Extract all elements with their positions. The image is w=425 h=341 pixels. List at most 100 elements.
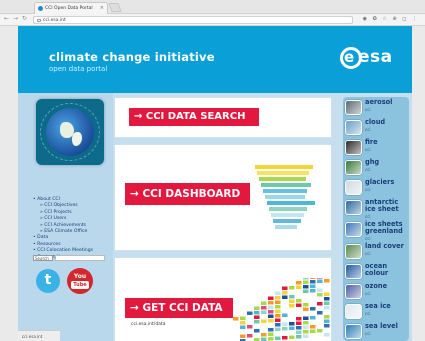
mosaic-tile bbox=[247, 334, 253, 338]
ocean-colour-thumbnail-icon bbox=[345, 264, 362, 279]
mosaic-tile bbox=[289, 286, 295, 290]
ecv-sea-level[interactable]: sea level cci bbox=[345, 323, 407, 341]
mosaic-tile bbox=[317, 288, 323, 292]
data-mosaic-graphic bbox=[233, 278, 330, 341]
mosaic-tile bbox=[296, 326, 302, 330]
mosaic-tile bbox=[247, 316, 253, 320]
tab-close-icon[interactable]: × bbox=[100, 5, 104, 11]
site-header: climate change initiative open data port… bbox=[18, 26, 412, 93]
mosaic-tile bbox=[324, 306, 330, 310]
ecv-land-cover[interactable]: land cover cci bbox=[345, 243, 407, 262]
url-text: cci.esa.int bbox=[43, 18, 66, 23]
esa-logo-letter: e bbox=[344, 48, 355, 66]
mosaic-tile bbox=[261, 333, 267, 337]
ecv-name: cloud bbox=[365, 118, 386, 126]
mosaic-tile bbox=[289, 326, 295, 330]
ecv-name: ghg bbox=[365, 158, 380, 166]
mosaic-tile bbox=[317, 311, 323, 315]
globe-logo[interactable] bbox=[36, 99, 104, 165]
reload-icon[interactable]: ↻ bbox=[22, 15, 27, 22]
ecv-antarctic[interactable]: antarctic ice sheet cci bbox=[345, 199, 407, 221]
ecv-name: antarctic ice sheet bbox=[365, 198, 399, 213]
mosaic-tile bbox=[282, 295, 288, 299]
esa-logo[interactable]: e esa bbox=[340, 45, 400, 73]
youtube-text-bottom: Tube bbox=[71, 281, 89, 289]
ozone-thumbnail-icon bbox=[345, 284, 362, 299]
mosaic-tile bbox=[254, 306, 260, 310]
mosaic-tile bbox=[240, 325, 246, 329]
tab-title: CCI Open Data Portal bbox=[45, 6, 93, 11]
dashboard-link[interactable]: → CCI DASHBOARD bbox=[125, 183, 250, 205]
mosaic-tile bbox=[268, 301, 274, 305]
ecv-suffix: cci bbox=[365, 311, 371, 316]
data-search-link[interactable]: → CCI DATA SEARCH bbox=[129, 108, 259, 126]
mosaic-tile bbox=[282, 313, 288, 317]
back-icon[interactable]: ← bbox=[4, 15, 9, 22]
ecv-suffix: cci bbox=[365, 236, 371, 241]
search-button[interactable]: Search bbox=[33, 255, 53, 261]
ecv-suffix: cci bbox=[365, 331, 371, 336]
page-info-icon[interactable] bbox=[37, 19, 41, 22]
mosaic-tile bbox=[268, 319, 274, 323]
mosaic-tile bbox=[289, 335, 295, 339]
mosaic-tile bbox=[261, 337, 267, 341]
youtube-icon[interactable]: You Tube bbox=[67, 268, 93, 294]
youtube-text-top: You bbox=[73, 273, 87, 280]
new-tab-button[interactable] bbox=[108, 3, 122, 12]
antarctic-thumbnail-icon bbox=[345, 200, 362, 215]
ecv-name: sea ice bbox=[365, 302, 391, 310]
get-data-panel[interactable]: → GET CCI DATA cci.esa.int/data bbox=[114, 257, 332, 341]
ecv-ozone[interactable]: ozone cci bbox=[345, 283, 407, 302]
ecv-glaciers[interactable]: glaciers cci bbox=[345, 179, 407, 198]
mosaic-tile bbox=[317, 324, 323, 328]
ecv-aerosol[interactable]: aerosol cci bbox=[345, 99, 407, 118]
sea-ice-thumbnail-icon bbox=[345, 304, 362, 319]
url-input[interactable]: cci.esa.int bbox=[33, 16, 353, 24]
dashboard-panel[interactable]: → CCI DASHBOARD bbox=[114, 144, 332, 251]
search-input[interactable] bbox=[55, 255, 105, 261]
ecv-greenland[interactable]: ice sheets greenland cci bbox=[345, 221, 407, 243]
mosaic-tile bbox=[296, 303, 302, 307]
ecv-sea-ice[interactable]: sea ice cci bbox=[345, 303, 407, 322]
mosaic-tile bbox=[296, 294, 302, 298]
mosaic-tile bbox=[282, 286, 288, 290]
mosaic-tile bbox=[296, 281, 302, 285]
forward-icon[interactable]: → bbox=[13, 15, 18, 22]
ecv-name: aerosol bbox=[365, 98, 393, 106]
ecv-fire[interactable]: fire cci bbox=[345, 139, 407, 158]
mosaic-tile bbox=[303, 312, 309, 316]
cloud-thumbnail-icon bbox=[345, 120, 362, 135]
mosaic-tile bbox=[324, 315, 330, 319]
site-title[interactable]: climate change initiative bbox=[49, 50, 215, 64]
mosaic-tile bbox=[268, 328, 274, 332]
ecv-name: ocean colour bbox=[365, 262, 389, 277]
mosaic-tile bbox=[247, 325, 253, 329]
get-data-url[interactable]: cci.esa.int/data bbox=[131, 322, 165, 327]
glaciers-thumbnail-icon bbox=[345, 180, 362, 195]
ecv-ghg[interactable]: ghg cci bbox=[345, 159, 407, 178]
mosaic-tile bbox=[296, 321, 302, 325]
get-data-link[interactable]: → GET CCI DATA bbox=[125, 298, 233, 318]
twitter-icon[interactable]: t bbox=[36, 269, 60, 293]
ecv-name: fire bbox=[365, 138, 378, 146]
tab-cci-portal[interactable]: CCI Open Data Portal × bbox=[34, 2, 108, 14]
extension-icons[interactable]: ◉ ✪ ☆ ⊕ ◻ ⋮ bbox=[363, 16, 419, 22]
mosaic-tile bbox=[275, 336, 281, 340]
mosaic-tile bbox=[240, 316, 246, 320]
mosaic-tile bbox=[324, 292, 330, 296]
mosaic-tile bbox=[261, 319, 267, 323]
web-page: climate change initiative open data port… bbox=[0, 26, 425, 341]
ecv-suffix: cci bbox=[365, 251, 371, 256]
mosaic-tile bbox=[296, 335, 302, 339]
mosaic-tile bbox=[275, 327, 281, 331]
ecv-cloud[interactable]: cloud cci bbox=[345, 119, 407, 138]
mosaic-tile bbox=[275, 300, 281, 304]
left-sidebar: • About CCI » CCI Objectives » CCI Proje… bbox=[18, 93, 113, 341]
menu-item-colocation[interactable]: • CCI Colocation Meetings bbox=[33, 248, 93, 254]
mosaic-tile bbox=[317, 293, 323, 297]
data-search-panel[interactable]: → CCI DATA SEARCH bbox=[114, 97, 332, 138]
ecv-name: sea level bbox=[365, 322, 398, 330]
mosaic-tile bbox=[282, 291, 288, 295]
ecv-suffix: cci bbox=[365, 147, 371, 152]
ecv-ocean-colour[interactable]: ocean colour cci bbox=[345, 263, 407, 282]
